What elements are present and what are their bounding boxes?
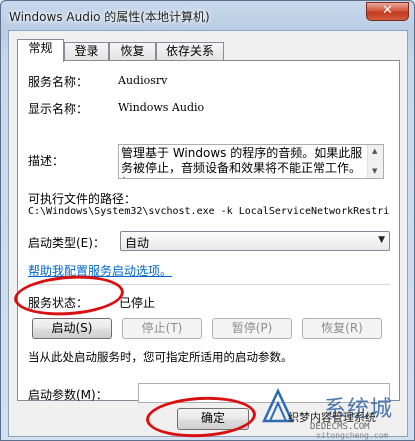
- close-button[interactable]: ✕: [366, 2, 409, 21]
- window-title: Windows Audio 的属性(本地计算机): [9, 10, 210, 24]
- general-panel: 服务名称： Audiosrv 显示名称： Windows Audio 描述： 管…: [17, 60, 400, 403]
- pause-button[interactable]: 暂停(P): [212, 318, 292, 339]
- scroll-up-icon[interactable]: ▲: [372, 147, 377, 155]
- startup-type-value: 自动: [125, 236, 150, 250]
- startup-type-label: 启动类型(E)：: [28, 236, 105, 250]
- properties-window: Windows Audio 的属性(本地计算机) ✕ 常规 登录 恢复 依存关系…: [0, 0, 415, 441]
- watermark: 系统城 织梦内容管理系统 DEDECMS.COM xitongcheng.com: [258, 385, 412, 440]
- description-text: 管理基于 Windows 的程序的音频。如果此服务被停止，音频设备和效果将不能正…: [121, 146, 363, 178]
- description-box[interactable]: 管理基于 Windows 的程序的音频。如果此服务被停止，音频设备和效果将不能正…: [118, 144, 384, 179]
- start-params-hint: 当从此处启动服务时，您可指定所适用的启动参数。: [28, 350, 293, 364]
- chevron-down-icon: ▼: [378, 235, 385, 245]
- description-label: 描述：: [28, 154, 65, 168]
- scroll-down-icon[interactable]: ▼: [372, 167, 377, 175]
- stop-button[interactable]: 停止(T): [122, 318, 202, 339]
- status-value: 已停止: [119, 296, 156, 310]
- close-icon: ✕: [382, 3, 393, 18]
- display-name-value: Windows Audio: [118, 101, 205, 114]
- dialog-client: 常规 登录 恢复 依存关系 服务名称： Audiosrv 显示名称： Windo…: [8, 30, 408, 437]
- tab-dependencies[interactable]: 依存关系: [156, 42, 224, 61]
- startup-type-select[interactable]: 自动 ▼: [120, 231, 390, 251]
- executable-label: 可执行文件的路径：: [28, 192, 137, 206]
- tab-recovery[interactable]: 恢复: [109, 42, 156, 61]
- service-name-value: Audiosrv: [118, 74, 168, 87]
- tab-logon[interactable]: 登录: [64, 42, 109, 61]
- service-name-label: 服务名称：: [28, 75, 89, 89]
- start-button[interactable]: 启动(S): [32, 318, 112, 339]
- watermark-url-2: xitongcheng.com: [316, 431, 389, 440]
- display-name-label: 显示名称：: [28, 102, 89, 116]
- description-scrollbar[interactable]: ▲ ▼: [367, 145, 383, 178]
- params-label: 启动参数(M)：: [28, 388, 108, 402]
- tab-general[interactable]: 常规: [17, 39, 64, 62]
- executable-path: C:\Windows\System32\svchost.exe -k Local…: [28, 206, 390, 217]
- resume-button[interactable]: 恢复(R): [302, 318, 382, 339]
